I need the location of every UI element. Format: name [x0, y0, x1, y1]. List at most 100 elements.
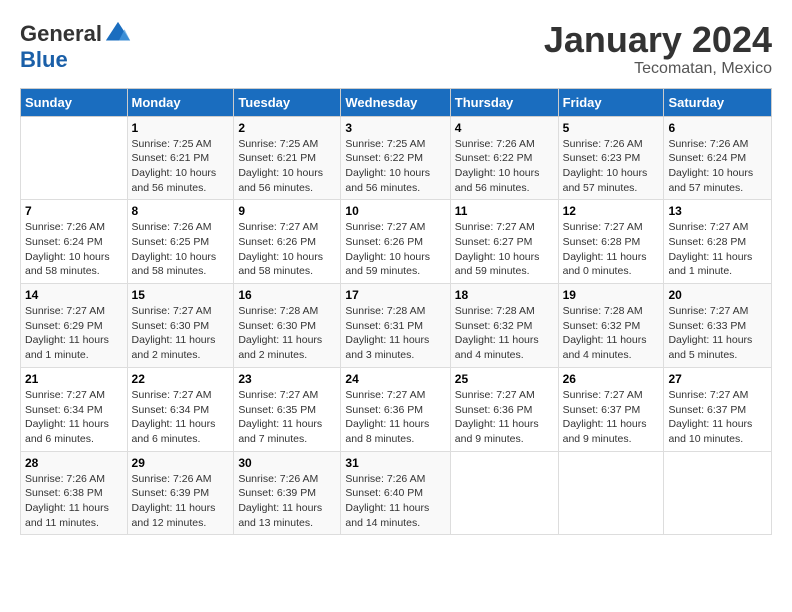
day-detail: Sunrise: 7:27 AMSunset: 6:28 PMDaylight:… — [668, 221, 752, 277]
day-number: 29 — [132, 456, 230, 470]
page: General Blue January 2024 Tecomatan, Mex… — [0, 0, 792, 545]
day-detail: Sunrise: 7:27 AMSunset: 6:37 PMDaylight:… — [563, 389, 647, 445]
calendar-cell: 1Sunrise: 7:25 AMSunset: 6:21 PMDaylight… — [127, 116, 234, 200]
day-number: 11 — [455, 204, 554, 218]
calendar-cell: 6Sunrise: 7:26 AMSunset: 6:24 PMDaylight… — [664, 116, 772, 200]
calendar-cell: 26 Sunrise: 7:27 AMSunset: 6:37 PMDayligh… — [558, 367, 664, 451]
day-detail: Sunrise: 7:26 AMSunset: 6:23 PMDaylight:… — [563, 138, 648, 194]
calendar-cell: 2 Sunrise: 7:25 AMSunset: 6:21 PMDaylight… — [234, 116, 341, 200]
day-number: 20 — [668, 288, 767, 302]
day-number: 22 — [132, 372, 230, 386]
day-detail: Sunrise: 7:26 AMSunset: 6:39 PMDaylight:… — [132, 473, 216, 529]
calendar-cell: 10 Sunrise: 7:27 AMSunset: 6:26 PMDayligh… — [341, 200, 450, 284]
day-detail: Sunrise: 7:27 AMSunset: 6:37 PMDaylight:… — [668, 389, 752, 445]
calendar-cell: 31 Sunrise: 7:26 AMSunset: 6:40 PMDayligh… — [341, 451, 450, 535]
subtitle: Tecomatan, Mexico — [544, 60, 772, 78]
day-number: 7 — [25, 204, 123, 218]
header: General Blue January 2024 Tecomatan, Mex… — [20, 20, 772, 78]
day-detail: Sunrise: 7:27 AMSunset: 6:35 PMDaylight:… — [238, 389, 322, 445]
day-number: 28 — [25, 456, 123, 470]
calendar-cell: 18 Sunrise: 7:28 AMSunset: 6:32 PMDayligh… — [450, 284, 558, 368]
day-detail: Sunrise: 7:27 AMSunset: 6:29 PMDaylight:… — [25, 305, 109, 361]
day-number: 10 — [345, 204, 445, 218]
calendar-cell: 12 Sunrise: 7:27 AMSunset: 6:28 PMDayligh… — [558, 200, 664, 284]
day-number: 13 — [668, 204, 767, 218]
day-detail: Sunrise: 7:27 AMSunset: 6:36 PMDaylight:… — [455, 389, 539, 445]
day-number: 23 — [238, 372, 336, 386]
calendar-week-2: 7 Sunrise: 7:26 AMSunset: 6:24 PMDaylight… — [21, 200, 772, 284]
day-detail: Sunrise: 7:27 AMSunset: 6:34 PMDaylight:… — [25, 389, 109, 445]
calendar-cell: 4 Sunrise: 7:26 AMSunset: 6:22 PMDaylight… — [450, 116, 558, 200]
calendar-week-5: 28 Sunrise: 7:26 AMSunset: 6:38 PMDayligh… — [21, 451, 772, 535]
calendar-cell: 13 Sunrise: 7:27 AMSunset: 6:28 PMDayligh… — [664, 200, 772, 284]
header-row: Sunday Monday Tuesday Wednesday Thursday… — [21, 88, 772, 116]
calendar-cell: 29 Sunrise: 7:26 AMSunset: 6:39 PMDayligh… — [127, 451, 234, 535]
day-number: 1 — [132, 121, 230, 135]
logo: General Blue — [20, 20, 132, 72]
calendar-cell: 9 Sunrise: 7:27 AMSunset: 6:26 PMDaylight… — [234, 200, 341, 284]
day-number: 27 — [668, 372, 767, 386]
day-detail: Sunrise: 7:26 AMSunset: 6:24 PMDaylight:… — [668, 138, 753, 194]
day-number: 9 — [238, 204, 336, 218]
day-number: 31 — [345, 456, 445, 470]
header-thursday: Thursday — [450, 88, 558, 116]
calendar-cell: 25Sunrise: 7:27 AMSunset: 6:36 PMDayligh… — [450, 367, 558, 451]
header-saturday: Saturday — [664, 88, 772, 116]
calendar-cell: 19Sunrise: 7:28 AMSunset: 6:32 PMDayligh… — [558, 284, 664, 368]
day-detail: Sunrise: 7:26 AMSunset: 6:39 PMDaylight:… — [238, 473, 322, 529]
day-number: 26 — [563, 372, 660, 386]
day-number: 5 — [563, 121, 660, 135]
day-detail: Sunrise: 7:27 AMSunset: 6:26 PMDaylight:… — [345, 221, 430, 277]
day-number: 16 — [238, 288, 336, 302]
header-sunday: Sunday — [21, 88, 128, 116]
day-detail: Sunrise: 7:25 AMSunset: 6:22 PMDaylight:… — [345, 138, 430, 194]
calendar-cell: 22 Sunrise: 7:27 AMSunset: 6:34 PMDayligh… — [127, 367, 234, 451]
day-number: 24 — [345, 372, 445, 386]
day-detail: Sunrise: 7:26 AMSunset: 6:38 PMDaylight:… — [25, 473, 109, 529]
day-number: 2 — [238, 121, 336, 135]
logo-blue: Blue — [20, 47, 68, 72]
day-detail: Sunrise: 7:25 AMSunset: 6:21 PMDaylight:… — [238, 138, 323, 194]
day-number: 17 — [345, 288, 445, 302]
calendar-cell: 3 Sunrise: 7:25 AMSunset: 6:22 PMDaylight… — [341, 116, 450, 200]
calendar-cell: 23 Sunrise: 7:27 AMSunset: 6:35 PMDayligh… — [234, 367, 341, 451]
day-detail: Sunrise: 7:28 AMSunset: 6:32 PMDaylight:… — [455, 305, 539, 361]
calendar-cell: 16 Sunrise: 7:28 AMSunset: 6:30 PMDayligh… — [234, 284, 341, 368]
day-detail: Sunrise: 7:26 AMSunset: 6:22 PMDaylight:… — [455, 138, 540, 194]
calendar-cell: 7 Sunrise: 7:26 AMSunset: 6:24 PMDaylight… — [21, 200, 128, 284]
calendar-cell: 17 Sunrise: 7:28 AMSunset: 6:31 PMDayligh… — [341, 284, 450, 368]
calendar-cell: 5 Sunrise: 7:26 AMSunset: 6:23 PMDaylight… — [558, 116, 664, 200]
calendar-cell: 8Sunrise: 7:26 AMSunset: 6:25 PMDaylight… — [127, 200, 234, 284]
header-tuesday: Tuesday — [234, 88, 341, 116]
calendar-cell: 14Sunrise: 7:27 AMSunset: 6:29 PMDayligh… — [21, 284, 128, 368]
day-number: 12 — [563, 204, 660, 218]
day-number: 19 — [563, 288, 660, 302]
day-detail: Sunrise: 7:27 AMSunset: 6:28 PMDaylight:… — [563, 221, 647, 277]
day-number: 21 — [25, 372, 123, 386]
day-detail: Sunrise: 7:27 AMSunset: 6:30 PMDaylight:… — [132, 305, 216, 361]
day-detail: Sunrise: 7:28 AMSunset: 6:31 PMDaylight:… — [345, 305, 429, 361]
day-number: 30 — [238, 456, 336, 470]
day-detail: Sunrise: 7:27 AMSunset: 6:26 PMDaylight:… — [238, 221, 323, 277]
main-title: January 2024 — [544, 20, 772, 60]
calendar-cell: 27 Sunrise: 7:27 AMSunset: 6:37 PMDayligh… — [664, 367, 772, 451]
calendar-cell: 28 Sunrise: 7:26 AMSunset: 6:38 PMDayligh… — [21, 451, 128, 535]
day-number: 18 — [455, 288, 554, 302]
day-number: 15 — [132, 288, 230, 302]
calendar-cell — [450, 451, 558, 535]
day-detail: Sunrise: 7:26 AMSunset: 6:24 PMDaylight:… — [25, 221, 110, 277]
day-detail: Sunrise: 7:28 AMSunset: 6:30 PMDaylight:… — [238, 305, 322, 361]
day-number: 4 — [455, 121, 554, 135]
day-detail: Sunrise: 7:27 AMSunset: 6:36 PMDaylight:… — [345, 389, 429, 445]
calendar-cell: 11Sunrise: 7:27 AMSunset: 6:27 PMDayligh… — [450, 200, 558, 284]
calendar-week-4: 21 Sunrise: 7:27 AMSunset: 6:34 PMDayligh… — [21, 367, 772, 451]
day-number: 3 — [345, 121, 445, 135]
day-detail: Sunrise: 7:26 AMSunset: 6:40 PMDaylight:… — [345, 473, 429, 529]
day-detail: Sunrise: 7:27 AMSunset: 6:33 PMDaylight:… — [668, 305, 752, 361]
calendar-week-3: 14Sunrise: 7:27 AMSunset: 6:29 PMDayligh… — [21, 284, 772, 368]
calendar-week-1: 1 Sunrise: 7:25 AMSunset: 6:21 PMDaylight… — [21, 116, 772, 200]
day-detail: Sunrise: 7:27 AMSunset: 6:34 PMDaylight:… — [132, 389, 216, 445]
logo-icon — [104, 20, 132, 48]
day-detail: Sunrise: 7:26 AMSunset: 6:25 PMDaylight:… — [132, 221, 217, 277]
calendar-cell — [664, 451, 772, 535]
